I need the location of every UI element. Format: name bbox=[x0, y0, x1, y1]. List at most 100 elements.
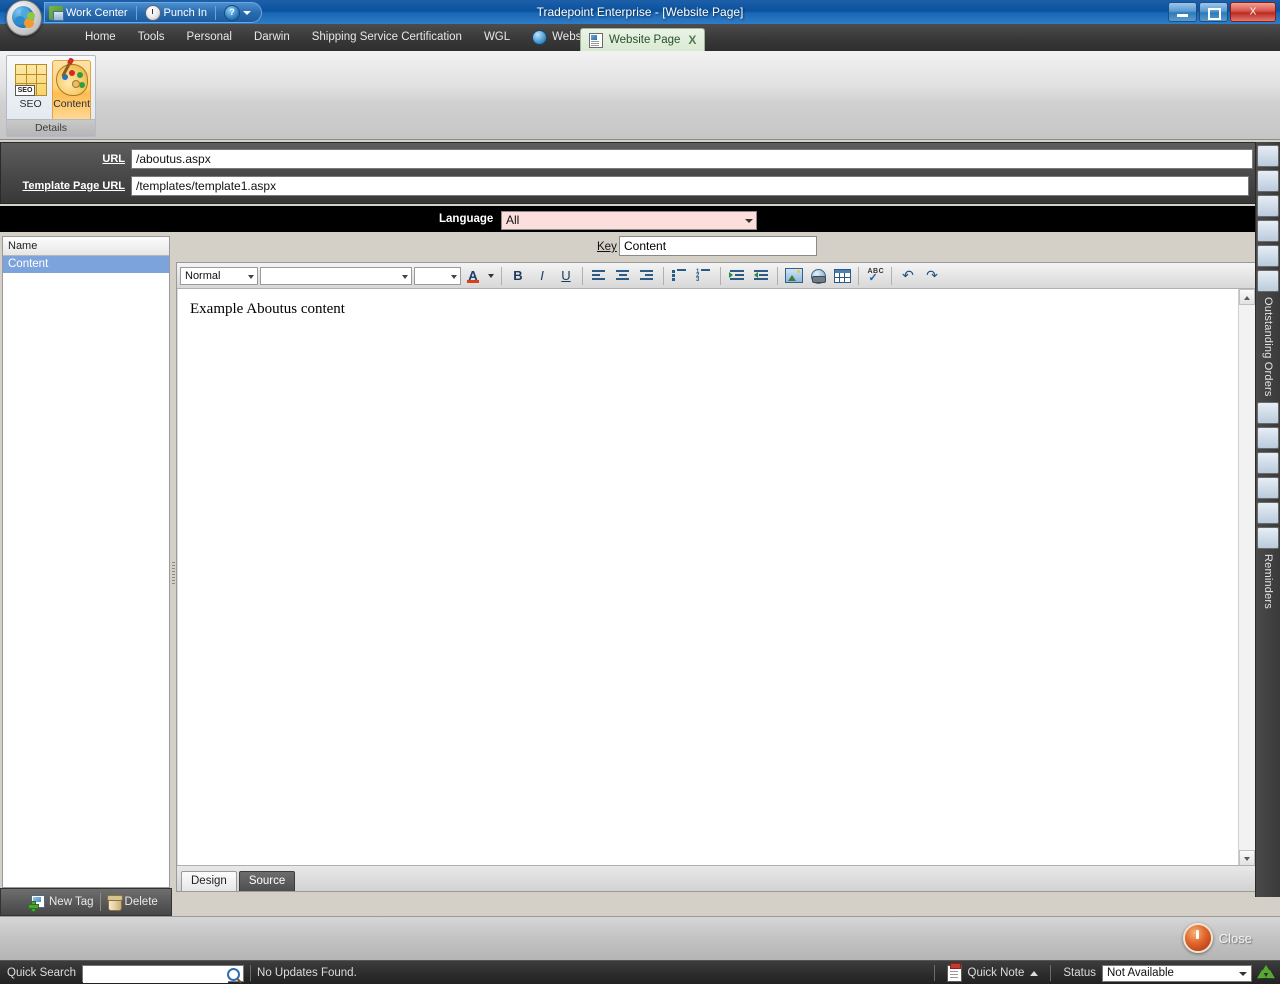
search-input[interactable] bbox=[83, 965, 229, 983]
key-input[interactable] bbox=[619, 236, 817, 256]
close-window-button[interactable]: X bbox=[1230, 2, 1276, 22]
scroll-up-icon[interactable] bbox=[1239, 289, 1255, 305]
sidebar-icon-calendar[interactable] bbox=[1257, 170, 1279, 192]
app-logo[interactable] bbox=[6, 0, 42, 36]
search-icon[interactable] bbox=[227, 967, 241, 981]
menu-item-personal[interactable]: Personal bbox=[176, 24, 243, 51]
italic-button[interactable]: I bbox=[531, 265, 553, 287]
sidebar-icon-approve[interactable] bbox=[1257, 220, 1279, 242]
url-label[interactable]: URL bbox=[1, 153, 131, 165]
sidebar-label-reminders[interactable]: Reminders bbox=[1262, 552, 1274, 611]
redo-button[interactable]: ↷ bbox=[921, 265, 943, 287]
template-page-url-input[interactable] bbox=[131, 176, 1249, 196]
help-icon: ? bbox=[223, 4, 240, 21]
paragraph-style-dropdown[interactable]: Normal bbox=[180, 266, 258, 285]
close-button[interactable]: Close bbox=[1182, 923, 1252, 953]
scroll-down-icon[interactable] bbox=[1239, 850, 1255, 866]
menu-item-wgl[interactable]: WGL bbox=[473, 24, 521, 51]
template-url-field-row: Template Page URL bbox=[1, 175, 1249, 197]
menu-item-shipping-service-certification[interactable]: Shipping Service Certification bbox=[301, 24, 473, 51]
sidebar-icon-basket[interactable] bbox=[1257, 451, 1279, 474]
ribbon-group-details: SEO SEO Content Details bbox=[6, 55, 96, 137]
ribbon-group-label: Details bbox=[7, 119, 95, 136]
font-color-dropdown-arrow[interactable] bbox=[485, 266, 496, 286]
sidebar-icon-flag[interactable] bbox=[1257, 245, 1279, 267]
template-page-url-label[interactable]: Template Page URL bbox=[1, 180, 131, 192]
menu-item-home[interactable]: Home bbox=[74, 24, 127, 51]
url-panel: URL Template Page URL bbox=[0, 142, 1280, 204]
sidebar-icon-help[interactable] bbox=[1257, 476, 1279, 499]
align-right-button[interactable] bbox=[636, 265, 658, 287]
indent-button[interactable] bbox=[726, 265, 748, 287]
sidebar-icon-document[interactable] bbox=[1257, 401, 1279, 424]
tab-close-icon[interactable]: X bbox=[688, 33, 696, 47]
quick-note-label[interactable]: Quick Note bbox=[968, 967, 1025, 979]
undo-button[interactable]: ↶ bbox=[897, 265, 919, 287]
sidebar-icon-tasks[interactable] bbox=[1257, 195, 1279, 217]
sidebar-label-outstanding-orders[interactable]: Outstanding Orders bbox=[1262, 295, 1274, 399]
toolbar-divider bbox=[501, 266, 502, 285]
key-label[interactable]: Key bbox=[597, 241, 617, 253]
new-tag-button[interactable]: New Tag bbox=[28, 895, 94, 912]
align-left-button[interactable] bbox=[588, 265, 610, 287]
new-tag-icon bbox=[28, 895, 45, 912]
toolbar-divider bbox=[891, 266, 892, 285]
document-tab-strip: Website Page X bbox=[580, 27, 706, 51]
editor-content-area[interactable]: Example Aboutus content bbox=[177, 289, 1233, 866]
numbered-list-button[interactable]: 123 bbox=[693, 265, 715, 287]
main-menu-bar: Home Tools Personal Darwin Shipping Serv… bbox=[0, 24, 1280, 52]
chevron-down-icon bbox=[402, 274, 408, 279]
language-selected-value: All bbox=[506, 213, 520, 227]
language-dropdown[interactable]: All bbox=[501, 211, 757, 230]
seo-badge-label: SEO bbox=[14, 85, 36, 96]
font-size-dropdown[interactable] bbox=[414, 266, 461, 285]
spellcheck-button[interactable]: ABC ✓ bbox=[864, 265, 886, 287]
url-input[interactable] bbox=[131, 149, 1253, 169]
title-bar: Tradepoint Enterprise - [Website Page] W… bbox=[0, 0, 1280, 25]
punch-in-button[interactable]: Punch In bbox=[144, 4, 207, 21]
delete-button[interactable]: Delete bbox=[106, 894, 158, 911]
help-button[interactable]: ? bbox=[223, 4, 251, 21]
minimize-button[interactable] bbox=[1168, 2, 1197, 22]
tab-website-page[interactable]: Website Page X bbox=[580, 28, 706, 51]
align-left-icon bbox=[591, 269, 607, 283]
insert-table-button[interactable] bbox=[831, 265, 853, 287]
font-color-button[interactable]: A bbox=[463, 265, 483, 287]
tab-design[interactable]: Design bbox=[181, 871, 237, 891]
recycle-icon[interactable] bbox=[1257, 965, 1275, 983]
toolbar-divider bbox=[777, 266, 778, 285]
insert-image-button[interactable] bbox=[783, 265, 805, 287]
restore-button[interactable] bbox=[1199, 2, 1228, 22]
sidebar-icon-clock[interactable] bbox=[1257, 526, 1279, 549]
status-selected-value: Not Available bbox=[1107, 966, 1174, 979]
sidebar-icon-edit[interactable] bbox=[1257, 145, 1279, 167]
toolbar-divider bbox=[663, 266, 664, 285]
status-divider bbox=[250, 965, 252, 981]
list-item[interactable]: Content bbox=[3, 256, 169, 273]
menu-item-tools[interactable]: Tools bbox=[127, 24, 176, 51]
sidebar-icon-download[interactable] bbox=[1257, 270, 1279, 292]
quick-search-field[interactable] bbox=[82, 964, 245, 983]
status-dropdown[interactable]: Not Available bbox=[1102, 964, 1252, 982]
editor-scrollbar[interactable] bbox=[1238, 289, 1255, 866]
sidebar-icon-report[interactable] bbox=[1257, 426, 1279, 449]
status-divider bbox=[1050, 965, 1052, 981]
bullet-list-button[interactable] bbox=[669, 265, 691, 287]
bold-button[interactable]: B bbox=[507, 265, 529, 287]
chevron-down-icon[interactable] bbox=[242, 10, 251, 15]
chevron-up-icon[interactable] bbox=[1030, 970, 1039, 976]
tab-source[interactable]: Source bbox=[238, 871, 296, 891]
outdent-button[interactable] bbox=[750, 265, 772, 287]
insert-link-button[interactable] bbox=[807, 265, 829, 287]
work-center-button[interactable]: Work Center bbox=[49, 5, 128, 21]
menu-item-darwin[interactable]: Darwin bbox=[243, 24, 301, 51]
editor-body: Example Aboutus content bbox=[177, 289, 1255, 866]
ribbon-button-content[interactable]: Content bbox=[52, 60, 91, 121]
ribbon-button-seo[interactable]: SEO SEO bbox=[13, 60, 48, 121]
outdent-icon bbox=[753, 269, 769, 283]
underline-button[interactable]: U bbox=[555, 265, 577, 287]
sidebar-icon-window[interactable] bbox=[1257, 501, 1279, 524]
font-family-dropdown[interactable] bbox=[260, 266, 412, 285]
align-center-button[interactable] bbox=[612, 265, 634, 287]
tab-label: Website Page bbox=[609, 34, 681, 46]
